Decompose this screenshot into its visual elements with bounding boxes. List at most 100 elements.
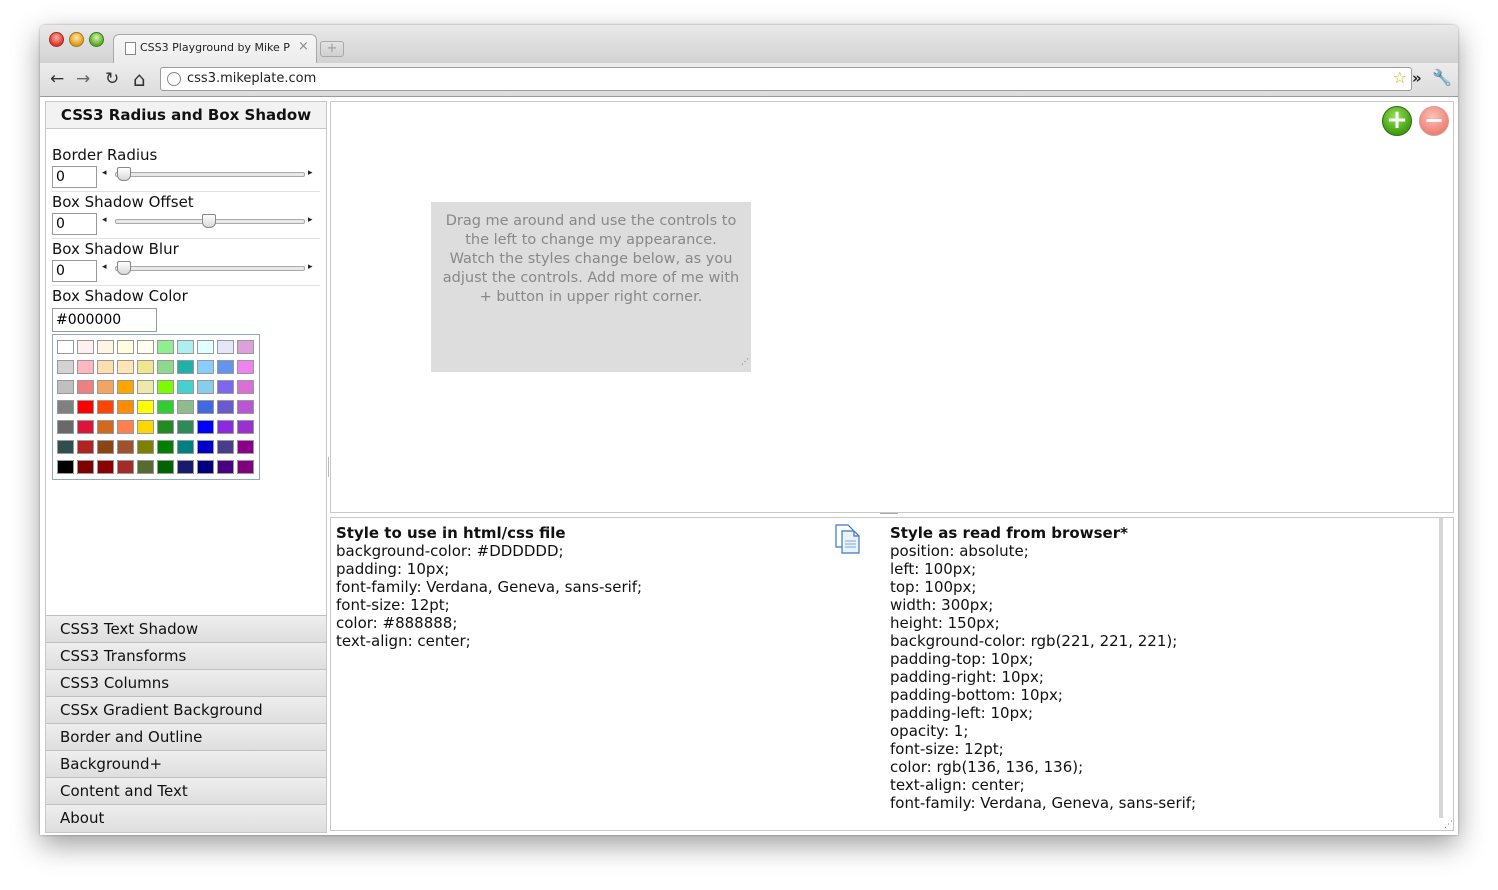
color-swatch[interactable] xyxy=(177,340,194,354)
color-swatch[interactable] xyxy=(217,360,234,374)
color-swatch[interactable] xyxy=(117,420,134,434)
slider-left-arrow-icon[interactable]: ◂ xyxy=(102,168,107,178)
zoom-window-button[interactable] xyxy=(89,32,104,47)
color-swatch[interactable] xyxy=(77,400,94,414)
color-swatch[interactable] xyxy=(137,460,154,474)
color-swatch[interactable] xyxy=(97,420,114,434)
color-swatch[interactable] xyxy=(237,380,254,394)
new-tab-button[interactable]: + xyxy=(320,41,344,57)
color-swatch[interactable] xyxy=(237,440,254,454)
color-swatch[interactable] xyxy=(157,380,174,394)
color-swatch[interactable] xyxy=(137,360,154,374)
color-swatch[interactable] xyxy=(237,420,254,434)
color-swatch[interactable] xyxy=(137,340,154,354)
box-shadow-blur-input[interactable]: 0 xyxy=(52,260,97,282)
color-swatch[interactable] xyxy=(177,440,194,454)
color-swatch[interactable] xyxy=(157,360,174,374)
color-swatch[interactable] xyxy=(197,360,214,374)
home-icon[interactable]: ⌂ xyxy=(133,68,146,90)
resize-grip-icon[interactable]: ⋰ xyxy=(741,352,749,371)
color-swatch[interactable] xyxy=(117,340,134,354)
address-bar[interactable]: css3.mikeplate.com ☆ xyxy=(160,67,1412,91)
slider-right-arrow-icon[interactable]: ▸ xyxy=(308,262,313,272)
copy-icon[interactable] xyxy=(833,524,863,554)
color-swatch[interactable] xyxy=(237,460,254,474)
color-swatch[interactable] xyxy=(237,400,254,414)
color-swatch[interactable] xyxy=(97,460,114,474)
color-swatch[interactable] xyxy=(157,440,174,454)
menu-item-border-outline[interactable]: Border and Outline xyxy=(46,723,326,750)
menu-item-text-shadow[interactable]: CSS3 Text Shadow xyxy=(46,615,326,642)
border-radius-slider[interactable] xyxy=(115,172,305,177)
color-swatch[interactable] xyxy=(157,460,174,474)
color-swatch[interactable] xyxy=(117,360,134,374)
menu-item-gradient-background[interactable]: CSSx Gradient Background xyxy=(46,696,326,723)
box-shadow-blur-slider-thumb[interactable] xyxy=(117,261,131,275)
color-swatch[interactable] xyxy=(197,380,214,394)
color-swatch[interactable] xyxy=(197,420,214,434)
bookmark-star-icon[interactable]: ☆ xyxy=(1393,68,1407,87)
color-swatch[interactable] xyxy=(77,460,94,474)
color-swatch[interactable] xyxy=(97,440,114,454)
color-swatch[interactable] xyxy=(117,400,134,414)
color-swatch[interactable] xyxy=(197,460,214,474)
box-shadow-offset-input[interactable]: 0 xyxy=(52,213,97,235)
forward-icon[interactable]: → xyxy=(76,68,90,90)
slider-left-arrow-icon[interactable]: ◂ xyxy=(102,262,107,272)
close-tab-icon[interactable]: × xyxy=(298,39,309,54)
color-swatch[interactable] xyxy=(177,380,194,394)
menu-item-background-plus[interactable]: Background+ xyxy=(46,750,326,777)
color-swatch[interactable] xyxy=(97,360,114,374)
color-swatch[interactable] xyxy=(177,360,194,374)
color-swatch[interactable] xyxy=(157,420,174,434)
color-swatch[interactable] xyxy=(57,360,74,374)
menu-item-about[interactable]: About xyxy=(46,804,326,832)
color-swatch[interactable] xyxy=(57,380,74,394)
color-swatch[interactable] xyxy=(177,460,194,474)
close-window-button[interactable] xyxy=(49,32,64,47)
bookmarks-overflow-icon[interactable]: » xyxy=(1412,69,1422,87)
color-swatch[interactable] xyxy=(117,380,134,394)
color-swatch[interactable] xyxy=(57,340,74,354)
color-swatch[interactable] xyxy=(77,440,94,454)
color-swatch[interactable] xyxy=(197,440,214,454)
color-swatch[interactable] xyxy=(137,420,154,434)
menu-item-columns[interactable]: CSS3 Columns xyxy=(46,669,326,696)
color-swatch[interactable] xyxy=(57,440,74,454)
color-swatch[interactable] xyxy=(77,420,94,434)
color-swatch[interactable] xyxy=(97,340,114,354)
remove-box-button[interactable]: − xyxy=(1419,106,1449,136)
wrench-icon[interactable]: 🔧 xyxy=(1432,68,1452,87)
color-swatch[interactable] xyxy=(197,400,214,414)
browser-tab[interactable]: CSS3 Playground by Mike Pla × xyxy=(113,34,317,64)
slider-left-arrow-icon[interactable]: ◂ xyxy=(102,215,107,225)
color-swatch[interactable] xyxy=(157,400,174,414)
menu-item-transforms[interactable]: CSS3 Transforms xyxy=(46,642,326,669)
box-shadow-blur-slider[interactable] xyxy=(115,266,305,271)
color-swatch[interactable] xyxy=(217,340,234,354)
color-swatch[interactable] xyxy=(137,440,154,454)
color-swatch[interactable] xyxy=(117,440,134,454)
color-swatch[interactable] xyxy=(57,420,74,434)
border-radius-input[interactable]: 0 xyxy=(52,166,97,188)
color-swatch[interactable] xyxy=(137,380,154,394)
output-scrollbar[interactable] xyxy=(1439,518,1443,818)
minimize-window-button[interactable] xyxy=(69,32,84,47)
color-swatch[interactable] xyxy=(77,360,94,374)
color-swatch[interactable] xyxy=(237,340,254,354)
draggable-box[interactable]: Drag me around and use the controls to t… xyxy=(431,202,751,372)
box-shadow-color-input[interactable]: #000000 xyxy=(52,308,157,332)
color-swatch[interactable] xyxy=(177,420,194,434)
color-swatch[interactable] xyxy=(77,340,94,354)
color-swatch[interactable] xyxy=(117,460,134,474)
color-swatch[interactable] xyxy=(97,400,114,414)
color-swatch[interactable] xyxy=(137,400,154,414)
back-icon[interactable]: ← xyxy=(50,68,64,90)
color-swatch[interactable] xyxy=(197,340,214,354)
color-swatch[interactable] xyxy=(177,400,194,414)
color-swatch[interactable] xyxy=(217,420,234,434)
border-radius-slider-thumb[interactable] xyxy=(117,167,131,181)
color-swatch[interactable] xyxy=(97,380,114,394)
color-swatch[interactable] xyxy=(217,460,234,474)
color-swatch[interactable] xyxy=(237,360,254,374)
